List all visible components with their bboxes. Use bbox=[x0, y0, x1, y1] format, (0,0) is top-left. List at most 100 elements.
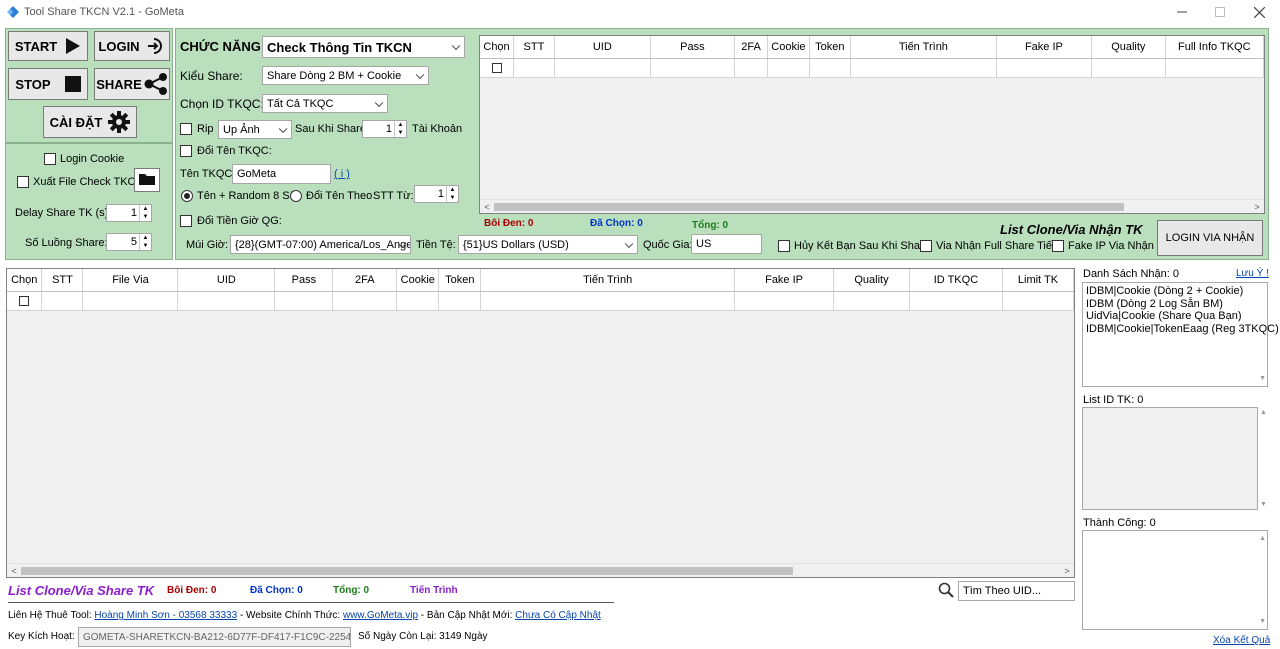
search-button[interactable] bbox=[935, 581, 957, 601]
login-button[interactable]: LOGIN bbox=[94, 31, 170, 61]
maximize-icon[interactable] bbox=[1210, 4, 1230, 20]
up-arrow-icon[interactable]: ▲ bbox=[140, 205, 151, 213]
table-cell[interactable] bbox=[396, 291, 440, 311]
contact-link[interactable]: Hoàng Minh Sơn - 03568 33333 bbox=[94, 610, 237, 621]
delay-stepper[interactable]: 1 ▲ ▼ bbox=[106, 204, 152, 222]
id-list-box[interactable] bbox=[1082, 407, 1258, 510]
table-row[interactable] bbox=[7, 291, 1074, 311]
table-row[interactable] bbox=[480, 58, 1264, 78]
bottom-col-header[interactable]: 2FA bbox=[332, 269, 398, 292]
bottom-col-header[interactable]: ID TKQC bbox=[909, 269, 1003, 292]
login-cookie-checkbox[interactable] bbox=[44, 153, 56, 165]
top-col-header[interactable]: UID bbox=[554, 36, 651, 59]
bottom-col-header[interactable]: Quality bbox=[833, 269, 910, 292]
website-link[interactable]: www.GoMeta.vip bbox=[343, 610, 418, 621]
up-arrow-icon[interactable]: ▲ bbox=[447, 186, 458, 194]
top-col-header[interactable]: Full Info TKQC bbox=[1165, 36, 1264, 59]
top-col-header[interactable]: Chọn bbox=[480, 36, 515, 59]
success-box[interactable]: ▲ ▼ bbox=[1082, 530, 1268, 630]
clear-results-link[interactable]: Xóa Kết Quả bbox=[1213, 635, 1270, 646]
row-checkbox[interactable] bbox=[19, 295, 30, 306]
bottom-col-header[interactable]: Tiến Trình bbox=[480, 269, 736, 292]
bottom-col-header[interactable]: UID bbox=[177, 269, 276, 292]
table-cell[interactable] bbox=[996, 58, 1093, 78]
scroll-right-icon[interactable]: > bbox=[1060, 564, 1074, 577]
bottom-col-header[interactable]: Pass bbox=[274, 269, 334, 292]
share-account-grid[interactable]: Chọn STT UID Pass 2FA Cookie Token Tiến Trình Fa… bbox=[479, 35, 1265, 214]
scroll-down-icon[interactable]: ▼ bbox=[1260, 501, 1267, 508]
horizontal-scrollbar[interactable]: < > bbox=[480, 199, 1264, 213]
top-col-header[interactable]: Tiến Trình bbox=[850, 36, 997, 59]
scroll-left-icon[interactable]: < bbox=[480, 200, 494, 213]
down-arrow-icon[interactable]: ▼ bbox=[140, 242, 151, 250]
search-input[interactable]: Tìm Theo UID... bbox=[958, 581, 1075, 601]
scroll-down-icon[interactable]: ▼ bbox=[1259, 373, 1266, 386]
scroll-right-icon[interactable]: > bbox=[1250, 200, 1264, 213]
update-link[interactable]: Chưa Có Cập Nhật bbox=[515, 610, 601, 621]
top-col-header[interactable]: Token bbox=[809, 36, 852, 59]
table-cell[interactable] bbox=[1165, 58, 1264, 78]
table-cell[interactable] bbox=[809, 58, 852, 78]
minimize-icon[interactable] bbox=[1172, 4, 1192, 20]
table-cell[interactable] bbox=[82, 291, 179, 311]
fake-ip-checkbox[interactable] bbox=[1052, 240, 1064, 252]
choose-id-select[interactable]: Tất Cả TKQC bbox=[262, 94, 388, 113]
unfriend-checkbox[interactable] bbox=[778, 240, 790, 252]
folder-button[interactable] bbox=[134, 168, 160, 192]
table-cell[interactable] bbox=[513, 58, 555, 78]
stt-from-stepper[interactable]: 1 ▲ ▼ bbox=[414, 185, 459, 203]
vertical-scrollbar[interactable]: ▲ ▼ bbox=[1257, 531, 1267, 629]
function-select[interactable]: Check Thông Tin TKCN bbox=[262, 36, 465, 58]
settings-button[interactable]: CÀI ĐẶT bbox=[43, 106, 137, 138]
table-cell[interactable] bbox=[7, 291, 43, 311]
table-cell[interactable] bbox=[274, 291, 334, 311]
bottom-col-header[interactable]: Limit TK bbox=[1002, 269, 1074, 292]
close-icon[interactable] bbox=[1249, 4, 1269, 20]
top-col-header[interactable]: STT bbox=[513, 36, 555, 59]
receive-list-box[interactable]: IDBM|Cookie (Dòng 2 + Cookie) IDBM (Dòng … bbox=[1082, 282, 1279, 387]
bottom-col-header[interactable]: Chọn bbox=[7, 269, 43, 292]
rip-select[interactable]: Up Ảnh bbox=[218, 120, 292, 139]
up-arrow-icon[interactable]: ▲ bbox=[140, 234, 151, 242]
key-input[interactable]: GOMETA-SHARETKCN-BA212-6D77F-DF417-F1C9C… bbox=[78, 627, 351, 647]
login-via-button[interactable]: LOGIN VIA NHẬN bbox=[1157, 220, 1263, 256]
up-arrow-icon[interactable]: ▲ bbox=[395, 121, 406, 129]
scroll-thumb[interactable] bbox=[21, 567, 793, 575]
share-button[interactable]: SHARE bbox=[94, 68, 170, 100]
table-cell[interactable] bbox=[480, 291, 736, 311]
table-cell[interactable] bbox=[650, 58, 735, 78]
scroll-up-icon[interactable]: ▲ bbox=[1260, 409, 1267, 416]
rename-by-radio[interactable] bbox=[290, 190, 302, 202]
top-col-header[interactable]: Quality bbox=[1091, 36, 1166, 59]
full-share-checkbox[interactable] bbox=[920, 240, 932, 252]
table-cell[interactable] bbox=[332, 291, 398, 311]
note-link[interactable]: Lưu Ý ! bbox=[1236, 268, 1269, 279]
table-cell[interactable] bbox=[850, 58, 997, 78]
scroll-left-icon[interactable]: < bbox=[7, 564, 21, 577]
threads-stepper[interactable]: 5 ▲ ▼ bbox=[106, 233, 152, 251]
top-col-header[interactable]: Pass bbox=[650, 36, 735, 59]
scroll-up-icon[interactable]: ▲ bbox=[1259, 533, 1266, 546]
down-arrow-icon[interactable]: ▼ bbox=[140, 213, 151, 221]
table-cell[interactable] bbox=[438, 291, 482, 311]
scroll-thumb[interactable] bbox=[494, 203, 1124, 211]
timezone-select[interactable]: {28}(GMT-07:00) America/Los_Angeles bbox=[230, 235, 411, 254]
table-cell[interactable] bbox=[734, 58, 769, 78]
table-cell[interactable] bbox=[554, 58, 651, 78]
table-cell[interactable] bbox=[909, 291, 1003, 311]
top-col-header[interactable]: 2FA bbox=[734, 36, 769, 59]
timezone-change-checkbox[interactable] bbox=[180, 215, 192, 227]
bottom-col-header[interactable]: STT bbox=[41, 269, 84, 292]
name-input[interactable]: GoMeta bbox=[232, 164, 331, 184]
random-radio[interactable] bbox=[181, 190, 193, 202]
top-col-header[interactable]: Cookie bbox=[767, 36, 810, 59]
row-checkbox[interactable] bbox=[491, 62, 502, 73]
table-cell[interactable] bbox=[41, 291, 84, 311]
table-cell[interactable] bbox=[1091, 58, 1166, 78]
table-cell[interactable] bbox=[177, 291, 276, 311]
rename-checkbox[interactable] bbox=[180, 145, 192, 157]
export-check-checkbox[interactable] bbox=[17, 176, 29, 188]
start-button[interactable]: START bbox=[8, 31, 88, 61]
bottom-col-header[interactable]: File Via bbox=[82, 269, 179, 292]
info-link[interactable]: ( i ) bbox=[334, 168, 350, 180]
